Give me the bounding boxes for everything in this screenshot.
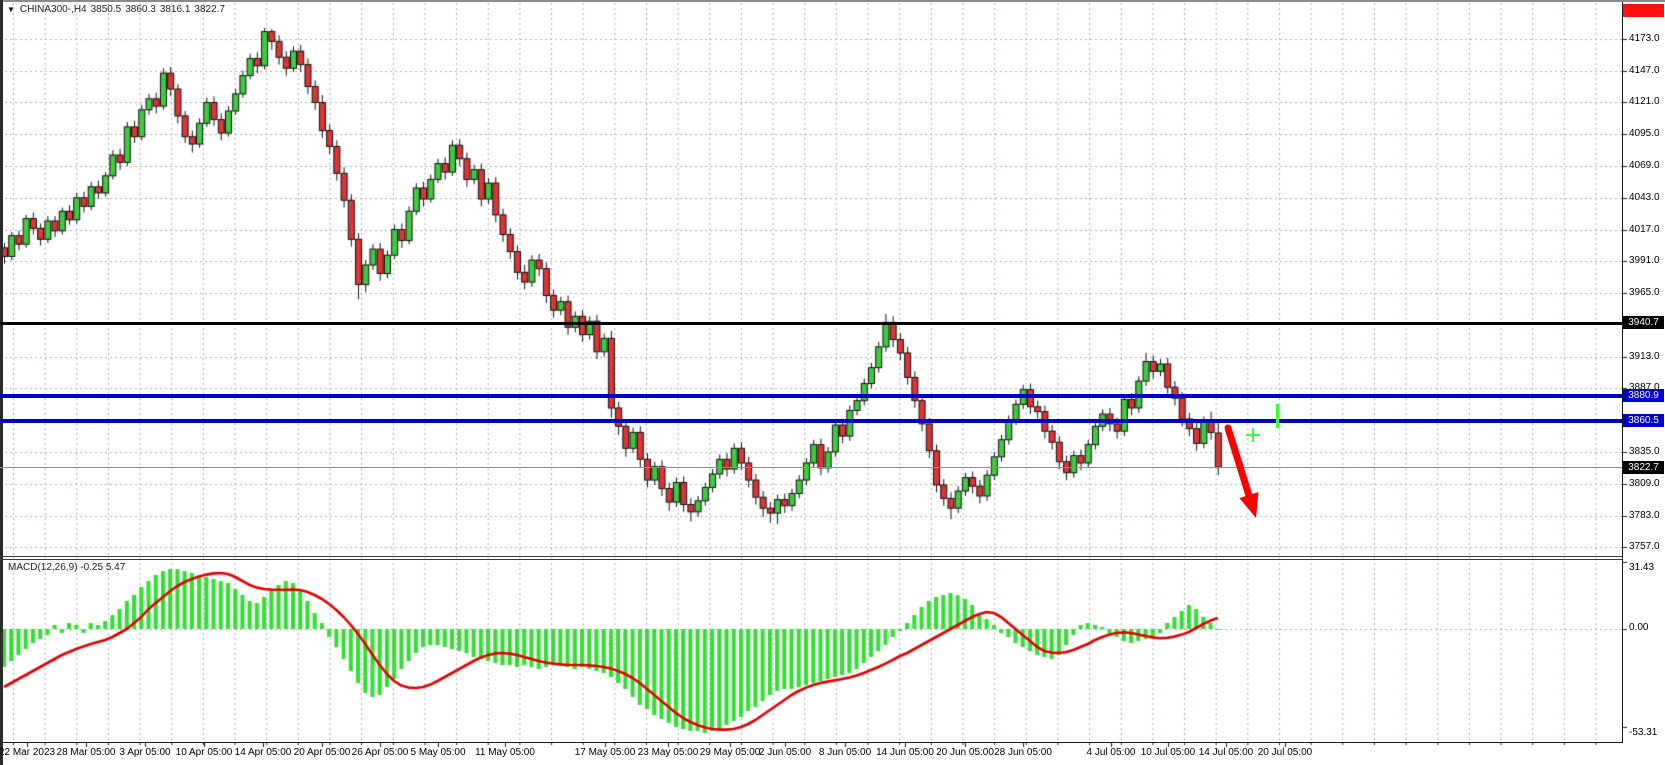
- price-tick-label: 4173.0: [1629, 33, 1660, 45]
- ohlc-low: 3816.1: [160, 4, 191, 15]
- price-level-label: 3822.7: [1623, 461, 1664, 474]
- red-box-annotation[interactable]: [1623, 4, 1664, 17]
- panel-separator-bottom[interactable]: [0, 559, 1623, 560]
- macd-indicator-label: MACD(12,26,9) -0.25 5.47: [8, 562, 125, 573]
- time-tick-label: 22 Mar 2023: [0, 747, 55, 758]
- price-tick-label: 4121.0: [1629, 96, 1660, 108]
- time-tick-label: 26 Apr 05:00: [352, 747, 409, 758]
- blue-level-line-lower[interactable]: [0, 419, 1622, 423]
- time-tick-label: 14 Jul 05:00: [1199, 747, 1254, 758]
- price-macd-chart-canvas[interactable]: [0, 0, 1665, 765]
- blue-level-line-upper[interactable]: [0, 394, 1622, 398]
- ohlc-close: 3822.7: [194, 4, 225, 15]
- time-tick-label: 4 Jul 05:00: [1087, 747, 1136, 758]
- time-tick-label: 10 Apr 05:00: [176, 747, 233, 758]
- time-tick-label: 11 May 05:00: [475, 747, 535, 758]
- price-tick-label: 3809.0: [1629, 478, 1660, 490]
- black-resistance-line[interactable]: [0, 322, 1622, 325]
- price-tick-label: 3835.0: [1629, 446, 1660, 458]
- price-axis-line[interactable]: [1622, 2, 1623, 742]
- time-tick-label: 28 Mar 05:00: [57, 747, 116, 758]
- chart-window: ▼CHINA300-,H43850.53860.33816.13822.7 41…: [0, 0, 1665, 765]
- current-price-line: [0, 467, 1622, 468]
- window-left-border: [0, 0, 3, 765]
- time-tick-label: 20 Jul 05:00: [1258, 747, 1313, 758]
- time-tick-label: 17 May 05:00: [575, 747, 636, 758]
- time-tick-label: 20 Apr 05:00: [294, 747, 351, 758]
- ohlc-open: 3850.5: [91, 4, 122, 15]
- price-level-label: 3940.7: [1623, 316, 1664, 329]
- time-tick-label: 10 Jul 05:00: [1141, 747, 1196, 758]
- macd-axis-zero: 0.00: [1629, 622, 1648, 633]
- price-tick-label: 3757.0: [1629, 541, 1660, 553]
- window-top-border: [0, 0, 1665, 2]
- price-tick-label: 3965.0: [1629, 287, 1660, 299]
- time-axis-line[interactable]: [0, 742, 1623, 743]
- time-tick-label: 29 May 05:00: [700, 747, 761, 758]
- time-tick-label: 14 Apr 05:00: [235, 747, 292, 758]
- price-level-label: 3880.9: [1623, 389, 1664, 402]
- symbol-dropdown-icon[interactable]: ▼: [7, 5, 15, 14]
- price-tick-label: 4147.0: [1629, 65, 1660, 77]
- time-tick-label: 14 Jun 05:00: [876, 747, 934, 758]
- chart-header: ▼ CHINA300-,H4 3850.53860.3 3816.13822.7: [7, 4, 229, 15]
- macd-axis-max: 31.43: [1629, 562, 1654, 573]
- time-tick-label: 23 May 05:00: [638, 747, 699, 758]
- time-tick-label: 28 Jun 05:00: [994, 747, 1052, 758]
- time-tick-label: 5 May 05:00: [410, 747, 465, 758]
- price-tick-label: 3783.0: [1629, 510, 1660, 522]
- macd-axis-min: -53.31: [1629, 727, 1657, 738]
- price-tick-label: 4095.0: [1629, 128, 1660, 140]
- time-tick-label: 3 Apr 05:00: [119, 747, 170, 758]
- price-tick-label: 3913.0: [1629, 351, 1660, 363]
- time-tick-label: 8 Jun 05:00: [819, 747, 871, 758]
- symbol-period-label: CHINA300-,H4: [20, 4, 87, 15]
- ohlc-high: 3860.3: [125, 4, 156, 15]
- time-tick-label: 2 Jun 05:00: [759, 747, 811, 758]
- price-tick-label: 4043.0: [1629, 192, 1660, 204]
- price-tick-label: 3991.0: [1629, 255, 1660, 267]
- price-level-label: 3860.5: [1623, 414, 1664, 427]
- panel-separator-top[interactable]: [0, 556, 1623, 557]
- price-tick-label: 4017.0: [1629, 224, 1660, 236]
- time-tick-label: 20 Jun 05:00: [936, 747, 994, 758]
- price-tick-label: 4069.0: [1629, 160, 1660, 172]
